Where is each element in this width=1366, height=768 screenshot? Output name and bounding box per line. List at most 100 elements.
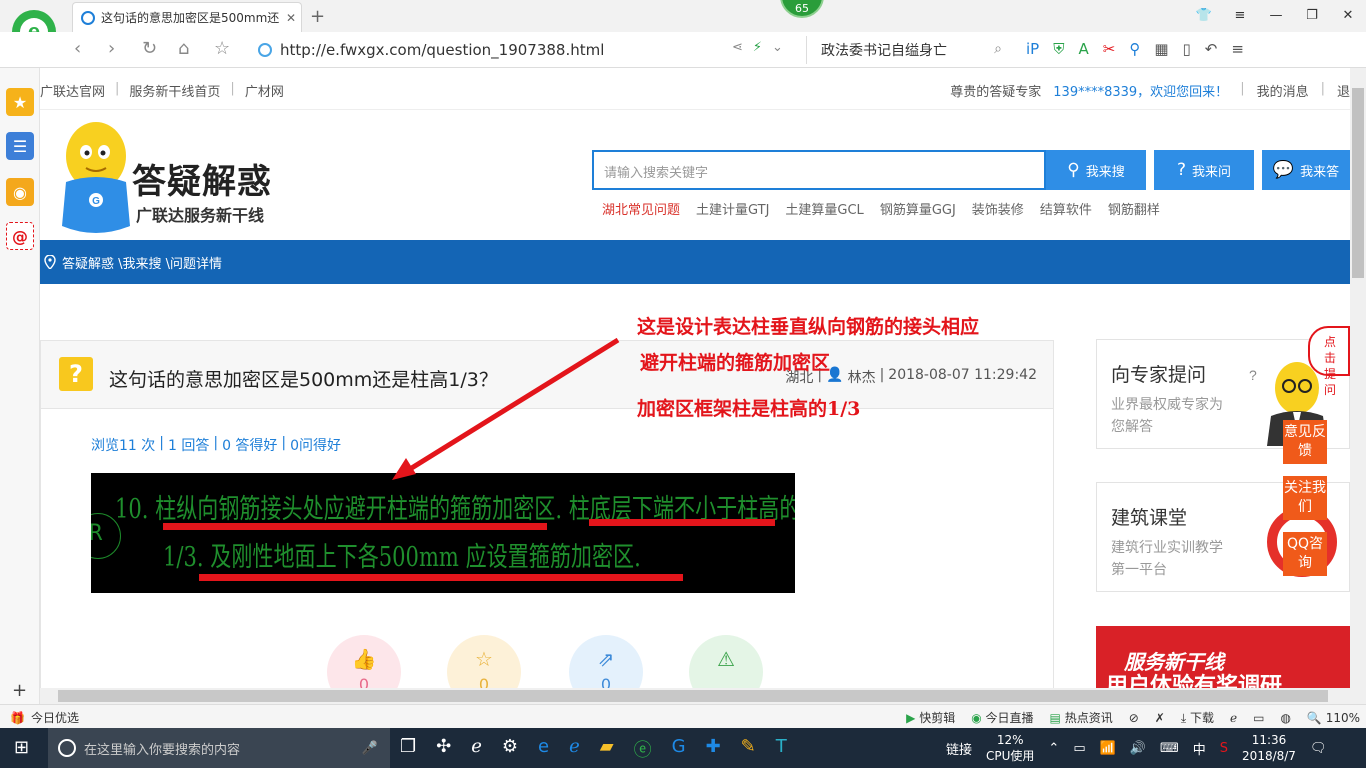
undo-icon[interactable]: ↶ <box>1205 40 1218 58</box>
notifications-icon[interactable]: 🗨 <box>1310 741 1327 756</box>
chevron-down-icon[interactable]: ⌄ <box>772 40 783 55</box>
mascot-logo-icon[interactable]: G <box>50 116 140 238</box>
topbar-link-home[interactable]: 服务新干线首页 <box>129 81 220 100</box>
windows-start-icon[interactable]: ⊞ <box>14 737 29 758</box>
hot-link[interactable]: 土建算量GCL <box>785 199 863 218</box>
mute-icon[interactable]: ◍ <box>1280 711 1290 725</box>
app-plus-icon[interactable]: ✚ <box>706 736 721 762</box>
logout-link[interactable]: 退 <box>1337 81 1350 100</box>
qq-consult-button[interactable]: QQ咨询 <box>1283 532 1327 576</box>
taskbar-search[interactable]: 在这里输入你要搜索的内容 🎤 <box>48 728 390 768</box>
news-link[interactable]: ▤ 热点资讯 <box>1050 709 1113 726</box>
add-sidebar-icon[interactable]: + <box>12 680 27 701</box>
site-search-input[interactable]: 请输入搜索关键字 <box>592 150 1046 190</box>
home-icon[interactable]: ⌂ <box>178 38 189 59</box>
favorites-icon[interactable]: ★ <box>6 88 34 116</box>
new-tab-icon[interactable]: + <box>310 6 325 27</box>
keyboard-icon[interactable]: ⌨ <box>1160 741 1179 756</box>
report-button[interactable]: ⚠ <box>689 635 763 688</box>
live-link[interactable]: ◉ 今日直播 <box>971 709 1033 726</box>
tab-close-icon[interactable]: ✕ <box>281 11 301 25</box>
acceleration-icon[interactable]: ⊘ <box>1129 711 1139 725</box>
answers-count[interactable]: 1 回答 <box>168 435 209 455</box>
favorite-button[interactable]: ☆ 0 <box>447 635 521 688</box>
ime-indicator[interactable]: 中 <box>1193 739 1206 758</box>
pin-icon[interactable]: ✗ <box>1155 711 1165 725</box>
welcome-text[interactable]: 139****8339，欢迎您回来！ <box>1053 81 1228 100</box>
maximize-icon[interactable]: ❐ <box>1294 0 1330 30</box>
close-window-icon[interactable]: ✕ <box>1330 0 1366 30</box>
scissors-icon[interactable]: ✂ <box>1103 40 1116 58</box>
tray-chevron-icon[interactable]: ⌃ <box>1048 741 1059 756</box>
shield-icon[interactable]: ⛨ <box>1053 40 1064 58</box>
window-mode-icon[interactable]: ▭ <box>1253 711 1264 725</box>
answer-button[interactable]: 💬 我来答 <box>1262 150 1350 190</box>
today-picks-link[interactable]: 今日优选 <box>31 709 79 726</box>
skin-icon[interactable]: 👕 <box>1186 0 1222 30</box>
task-view-icon[interactable]: ❐ <box>400 736 416 762</box>
feedback-button[interactable]: 意见反馈 <box>1283 420 1327 464</box>
file-explorer-icon[interactable]: ▰ <box>600 736 614 762</box>
vertical-scrollbar[interactable] <box>1350 68 1366 688</box>
hot-link[interactable]: 结算软件 <box>1040 199 1092 218</box>
clock[interactable]: 11:36 2018/8/7 <box>1242 732 1296 764</box>
tab-active[interactable]: 这句话的意思加密区是500mm还 ✕ <box>72 2 302 32</box>
minimize-icon[interactable]: — <box>1258 0 1294 30</box>
settings-icon[interactable]: ⚙ <box>502 736 518 762</box>
hot-link[interactable]: 钢筋翻样 <box>1108 199 1160 218</box>
bookmark-star-icon[interactable]: ☆ <box>214 38 230 59</box>
ask-bubble[interactable]: 点击提问 <box>1308 326 1350 397</box>
menu-icon[interactable]: ≡ <box>1222 0 1258 30</box>
like-button[interactable]: 👍 0 <box>327 635 401 688</box>
messages-link[interactable]: 我的消息 <box>1257 81 1309 100</box>
apps-icon[interactable]: ▦ <box>1154 40 1168 58</box>
reader-icon[interactable]: ☰ <box>6 132 34 160</box>
download-link[interactable]: ⤓ 下载 <box>1181 709 1214 726</box>
sogou-icon[interactable]: S <box>1220 741 1228 756</box>
battery-icon[interactable]: ▭ <box>1073 741 1085 756</box>
back-icon[interactable]: ‹ <box>74 38 81 59</box>
weibo-icon[interactable]: ◉ <box>6 178 34 206</box>
cpu-meter[interactable]: 12% CPU使用 <box>986 732 1034 764</box>
app-t-icon[interactable]: T <box>776 736 787 762</box>
network-icon[interactable]: 📶 <box>1100 741 1116 756</box>
question-user[interactable]: 林杰 <box>848 367 876 387</box>
ie-icon[interactable]: ℯ <box>471 736 482 762</box>
speed-icon[interactable]: ⚡ <box>753 40 762 55</box>
links-toolbar[interactable]: 链接 <box>946 739 972 758</box>
share-button[interactable]: ⇗ 0 <box>569 635 643 688</box>
address-bar[interactable]: http://e.fwxgx.com/question_1907388.html <box>258 38 803 62</box>
breadcrumb[interactable]: 答疑解惑 \我来搜 \问题详情 <box>62 253 222 272</box>
forward-icon[interactable]: › <box>108 38 115 59</box>
browser-search-input[interactable]: 政法委书记自缢身亡 ⌕ <box>806 36 1012 64</box>
more-menu-icon[interactable]: ≡ <box>1231 40 1244 58</box>
internet-explorer-icon[interactable]: ℯ <box>569 736 580 762</box>
device-icon[interactable]: ▯ <box>1183 40 1191 58</box>
mail-icon[interactable]: @ <box>6 222 34 250</box>
notes-icon[interactable]: ✎ <box>741 736 756 762</box>
magnifier-icon[interactable]: ⚲ <box>1129 40 1140 58</box>
brand-title[interactable]: 答疑解惑 <box>132 154 272 203</box>
hot-link[interactable]: 土建计量GTJ <box>696 199 769 218</box>
glodon-icon[interactable]: G <box>672 736 686 762</box>
quick-edit-link[interactable]: ▶ 快剪辑 <box>906 709 955 726</box>
volume-icon[interactable]: 🔊 <box>1130 741 1146 756</box>
search-button[interactable]: ⚲ 我来搜 <box>1046 150 1146 190</box>
translate-icon[interactable]: A <box>1078 40 1088 58</box>
topbar-link-materials[interactable]: 广材网 <box>245 81 284 100</box>
ie-mode-icon[interactable]: ℯ <box>1230 711 1237 725</box>
edge-icon[interactable]: e <box>538 736 549 762</box>
ask-button[interactable]: ? 我来问 <box>1154 150 1254 190</box>
scroll-thumb[interactable] <box>1352 88 1364 278</box>
fan-icon[interactable]: ✣ <box>436 736 451 762</box>
scroll-thumb[interactable] <box>58 690 1328 702</box>
search-icon[interactable]: ⌕ <box>994 41 1002 57</box>
topbar-link-glodon[interactable]: 广联达官网 <box>40 81 105 100</box>
follow-button[interactable]: 关注我们 <box>1283 476 1327 520</box>
reload-icon[interactable]: ↻ <box>142 38 157 59</box>
microphone-icon[interactable]: 🎤 <box>362 741 378 756</box>
extension-icon[interactable]: iP <box>1026 40 1039 58</box>
horizontal-scrollbar[interactable] <box>40 688 1366 704</box>
360-browser-icon[interactable]: ⓔ <box>634 736 652 762</box>
hot-link[interactable]: 钢筋算量GGJ <box>880 199 956 218</box>
